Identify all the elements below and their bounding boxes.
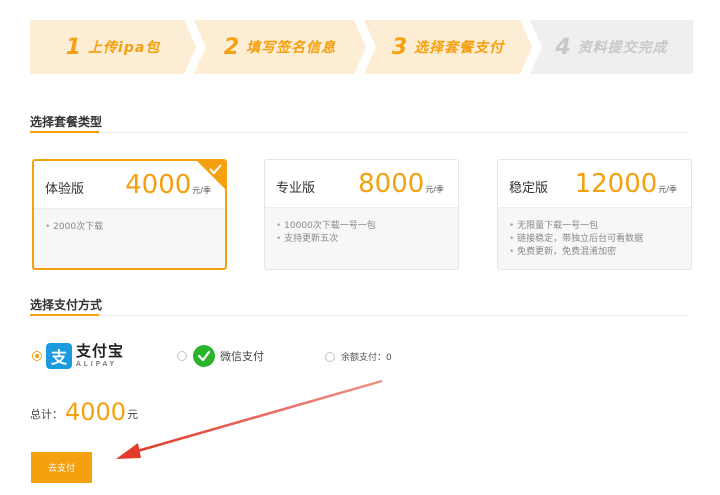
step-label: 上传ipa包 bbox=[88, 40, 161, 56]
plan-name: 稳定版 bbox=[509, 181, 549, 196]
plan-card-stable[interactable]: 稳定版 12000 元/季 无限量下载一号一包 链接稳定，带独立后台可看数据 免… bbox=[497, 159, 692, 270]
alipay-name-en: ALIPAY bbox=[76, 360, 118, 368]
plan-feature: 免费更新，免费混淆加密 bbox=[509, 246, 643, 259]
alipay-name: 支付宝 bbox=[76, 342, 125, 360]
alipay-radio[interactable] bbox=[32, 351, 42, 361]
divider bbox=[30, 315, 688, 316]
order-total: 总计 ： 4000 元 bbox=[30, 398, 138, 426]
step-number: 2 bbox=[223, 34, 240, 60]
divider bbox=[30, 132, 688, 133]
step-signature-info: 2 填写签名信息 bbox=[194, 20, 366, 74]
plan-price-unit: 元/季 bbox=[425, 185, 444, 194]
wechat-radio[interactable] bbox=[177, 351, 187, 361]
plan-feature: 2000次下载 bbox=[45, 221, 103, 234]
plan-card-trial[interactable]: 体验版 4000 元/季 2000次下载 bbox=[32, 159, 227, 270]
plan-card-professional[interactable]: 专业版 8000 元/季 10000次下载一号一包 支持更新五次 bbox=[264, 159, 459, 270]
wechat-option[interactable]: 微信支付 bbox=[193, 345, 264, 367]
step-number: 4 bbox=[555, 34, 571, 60]
alipay-logo-glyph: 支 bbox=[50, 348, 67, 367]
step-submit-complete: 4 资料提交完成 bbox=[530, 20, 693, 74]
plan-name: 体验版 bbox=[45, 182, 85, 197]
plan-feature: 支持更新五次 bbox=[276, 233, 376, 246]
plan-header: 稳定版 12000 元/季 bbox=[498, 160, 691, 208]
progress-steps: 1 上传ipa包 2 填写签名信息 3 选择套餐支付 4 资料提交完成 bbox=[30, 20, 693, 74]
plan-features: 无限量下载一号一包 链接稳定，带独立后台可看数据 免费更新，免费混淆加密 bbox=[509, 220, 643, 259]
step-number: 1 bbox=[65, 34, 82, 60]
plan-name: 专业版 bbox=[276, 181, 316, 196]
plan-price: 8000 元/季 bbox=[358, 168, 444, 200]
alipay-wordmark: 支付宝 ALIPAY bbox=[76, 344, 124, 368]
section-underline bbox=[30, 314, 99, 316]
plan-price-amount: 8000 bbox=[358, 169, 425, 199]
total-label: 总计 bbox=[30, 408, 52, 421]
step-label: 资料提交完成 bbox=[577, 40, 668, 56]
plan-header: 专业版 8000 元/季 bbox=[265, 160, 458, 208]
plan-feature: 链接稳定，带独立后台可看数据 bbox=[509, 233, 643, 246]
step-number: 3 bbox=[391, 34, 408, 60]
plan-feature: 10000次下载一号一包 bbox=[276, 220, 376, 233]
total-colon: ： bbox=[52, 408, 63, 421]
total-amount: 4000 bbox=[65, 398, 127, 426]
balance-radio[interactable] bbox=[325, 352, 335, 362]
payment-section-title: 选择支付方式 bbox=[30, 298, 103, 312]
balance-pay-label: 余额支付：0 bbox=[341, 353, 392, 363]
total-unit: 元 bbox=[127, 408, 139, 421]
step-choose-plan: 3 选择套餐支付 bbox=[364, 20, 532, 74]
plan-price: 12000 元/季 bbox=[575, 168, 677, 200]
plan-price-amount: 12000 bbox=[574, 169, 658, 199]
step-label: 选择套餐支付 bbox=[414, 40, 505, 56]
alipay-option[interactable]: 支 支付宝 ALIPAY bbox=[46, 343, 124, 369]
plan-feature: 无限量下载一号一包 bbox=[509, 220, 643, 233]
wechat-pay-icon bbox=[193, 345, 215, 367]
step-label: 填写签名信息 bbox=[246, 40, 337, 56]
plan-price-unit: 元/季 bbox=[658, 185, 677, 194]
wechat-pay-label: 微信支付 bbox=[220, 350, 264, 363]
plan-price-amount: 4000 bbox=[125, 170, 192, 200]
selected-check-icon bbox=[197, 161, 225, 189]
alipay-logo-icon: 支 bbox=[46, 343, 72, 369]
plan-features: 10000次下载一号一包 支持更新五次 bbox=[276, 220, 376, 246]
plan-section-title: 选择套餐类型 bbox=[30, 115, 103, 129]
step-upload-ipa: 1 上传ipa包 bbox=[30, 20, 196, 74]
section-underline bbox=[30, 131, 99, 133]
pay-button[interactable]: 去支付 bbox=[31, 452, 92, 483]
balance-option[interactable]: 余额支付：0 bbox=[341, 350, 392, 363]
plan-features: 2000次下载 bbox=[45, 221, 103, 234]
